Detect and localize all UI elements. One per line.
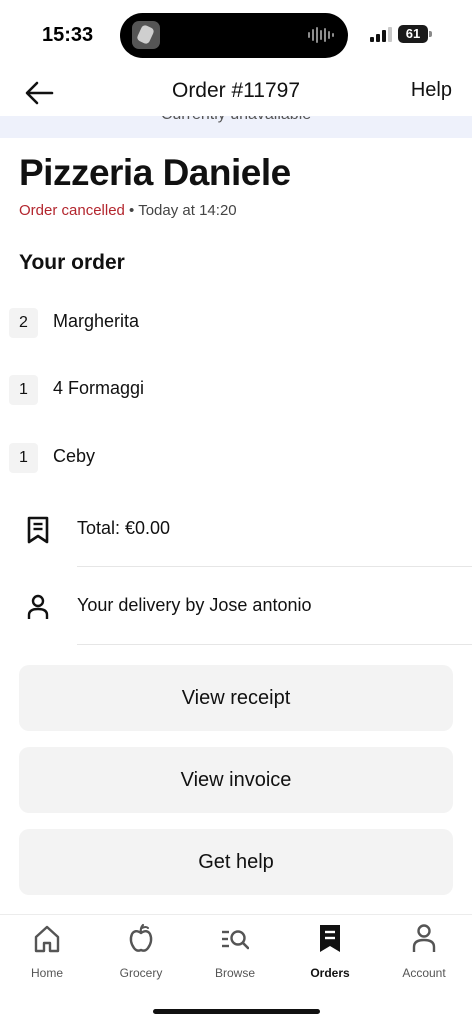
page-title: Order #11797	[171, 79, 301, 102]
order-status: Order cancelled	[19, 202, 125, 219]
delivery-row: Your delivery by Jose antonio	[0, 577, 472, 637]
view-receipt-button[interactable]: View receipt	[19, 665, 453, 731]
person-icon	[27, 594, 49, 619]
item-name: 4 Formaggi	[53, 378, 145, 398]
item-quantity: 1	[9, 375, 38, 405]
signal-icon	[370, 27, 392, 42]
nav-account[interactable]: Account	[377, 923, 471, 983]
item-name: Margherita	[53, 311, 140, 331]
audio-waveform-icon	[308, 27, 334, 43]
meta-separator: •	[124, 202, 139, 219]
restaurant-name: Pizzeria Daniele	[19, 152, 291, 193]
total-row: Total: €0.00	[0, 500, 472, 560]
your-order-heading: Your order	[19, 251, 125, 274]
apple-icon	[129, 923, 153, 952]
item-quantity: 2	[9, 308, 38, 338]
back-arrow-icon[interactable]	[24, 80, 54, 106]
divider	[77, 566, 472, 567]
nav-orders[interactable]: Orders	[283, 923, 377, 983]
dynamic-island	[120, 13, 348, 58]
nav-label: Account	[402, 966, 446, 980]
item-name: Ceby	[53, 446, 96, 466]
nav-label: Grocery	[119, 966, 163, 980]
receipt-icon	[320, 925, 340, 952]
divider	[77, 644, 472, 645]
header: Order #11797 Help	[0, 70, 472, 116]
person-icon	[412, 924, 436, 952]
order-meta: Order cancelled • Today at 14:20	[19, 202, 237, 219]
nav-home[interactable]: Home	[0, 923, 94, 983]
receipt-icon	[27, 516, 49, 544]
get-help-button[interactable]: Get help	[19, 829, 453, 895]
order-item: 2 Margherita	[0, 303, 472, 343]
nav-label: Orders	[310, 966, 350, 980]
now-playing-thumbnail	[132, 21, 160, 49]
order-total: Total: €0.00	[77, 518, 171, 538]
nav-grocery[interactable]: Grocery	[94, 923, 188, 983]
battery-level: 61	[405, 26, 421, 41]
nav-label: Browse	[214, 966, 255, 980]
battery-icon: 61	[398, 25, 432, 43]
unavailable-text: Currently unavailable	[0, 116, 472, 124]
order-item: 1 Ceby	[0, 438, 472, 478]
view-invoice-button[interactable]: View invoice	[19, 747, 453, 813]
order-item: 1 4 Formaggi	[0, 370, 472, 410]
home-icon	[34, 925, 60, 953]
order-time: Today at 14:20	[138, 202, 237, 219]
bottom-nav: Home Grocery Browse Orders Account	[0, 914, 472, 1024]
nav-label: Home	[30, 966, 63, 980]
delivery-info: Your delivery by Jose antonio	[77, 595, 312, 615]
home-indicator	[153, 1009, 320, 1014]
nav-browse[interactable]: Browse	[188, 923, 282, 983]
item-quantity: 1	[9, 443, 38, 473]
unavailable-banner: Currently unavailable	[0, 116, 472, 138]
status-bar: 15:33 61	[0, 0, 472, 70]
browse-icon	[222, 930, 249, 950]
help-link[interactable]: Help	[411, 79, 452, 102]
status-time: 15:33	[42, 24, 94, 46]
